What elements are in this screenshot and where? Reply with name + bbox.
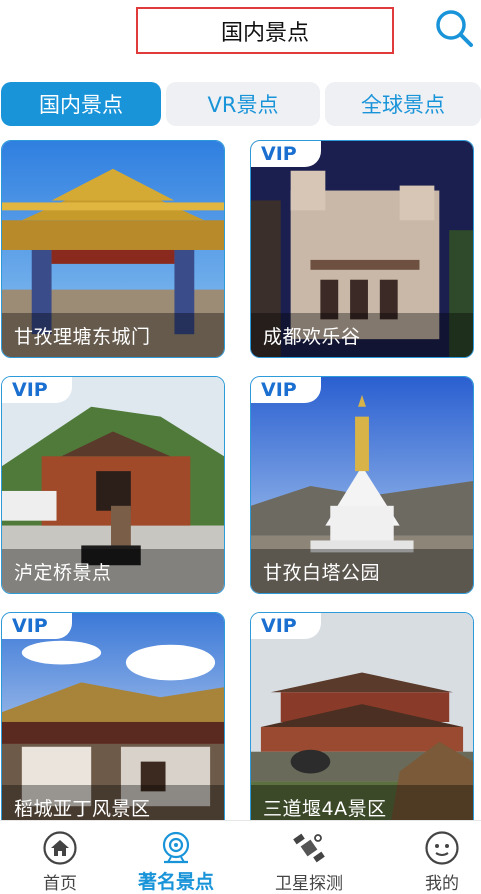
satellite-icon xyxy=(293,833,325,863)
page-title: 国内景点 xyxy=(136,7,394,54)
camera-icon xyxy=(162,831,190,864)
nav-label: 首页 xyxy=(43,874,77,894)
category-tabs: 国内景点 VR景点 全球景点 xyxy=(0,82,481,126)
vip-badge: VIP xyxy=(251,141,321,167)
home-icon xyxy=(43,831,77,865)
card-caption: 稻城亚丁风景区 xyxy=(14,798,151,820)
tab-global[interactable]: 全球景点 xyxy=(325,82,481,126)
vip-badge: VIP xyxy=(251,613,321,639)
scenic-card-daocheng-yading[interactable]: VIP 稻城亚丁风景区 xyxy=(1,612,225,830)
card-caption: 三道堰4A景区 xyxy=(263,798,387,820)
scenic-card-sandaoyan[interactable]: VIP 三道堰4A景区 xyxy=(250,612,474,830)
nav-label: 我的 xyxy=(425,874,459,894)
nav-label: 著名景点 xyxy=(137,871,214,893)
vip-badge: VIP xyxy=(2,613,72,639)
card-caption: 成都欢乐谷 xyxy=(263,326,361,348)
scenic-card-luding-bridge[interactable]: VIP 泸定桥景点 xyxy=(1,376,225,594)
profile-icon xyxy=(425,831,459,865)
bottom-navigation: 首页 著名景点 卫星探测 我的 xyxy=(0,820,481,894)
tab-domestic[interactable]: 国内景点 xyxy=(1,82,161,126)
header: 国内景点 xyxy=(0,0,481,70)
card-caption: 甘孜理塘东城门 xyxy=(14,326,151,348)
vip-badge: VIP xyxy=(251,377,321,403)
nav-famous-spots[interactable]: 著名景点 xyxy=(116,821,236,893)
nav-mine[interactable]: 我的 xyxy=(382,821,481,894)
nav-satellite[interactable]: 卫星探测 xyxy=(249,821,369,894)
nav-label: 卫星探测 xyxy=(275,874,343,894)
search-icon xyxy=(436,10,473,47)
card-caption: 泸定桥景点 xyxy=(14,562,112,584)
nav-home[interactable]: 首页 xyxy=(0,821,120,894)
search-button[interactable] xyxy=(432,6,476,50)
tab-vr[interactable]: VR景点 xyxy=(166,82,320,126)
scenic-card-white-pagoda-park[interactable]: VIP 甘孜白塔公园 xyxy=(250,376,474,594)
scenic-card-litang-gate[interactable]: 甘孜理塘东城门 xyxy=(1,140,225,358)
card-caption: 甘孜白塔公园 xyxy=(263,562,381,584)
scenic-card-chengdu-happy-valley[interactable]: VIP 成都欢乐谷 xyxy=(250,140,474,358)
vip-badge: VIP xyxy=(2,377,72,403)
